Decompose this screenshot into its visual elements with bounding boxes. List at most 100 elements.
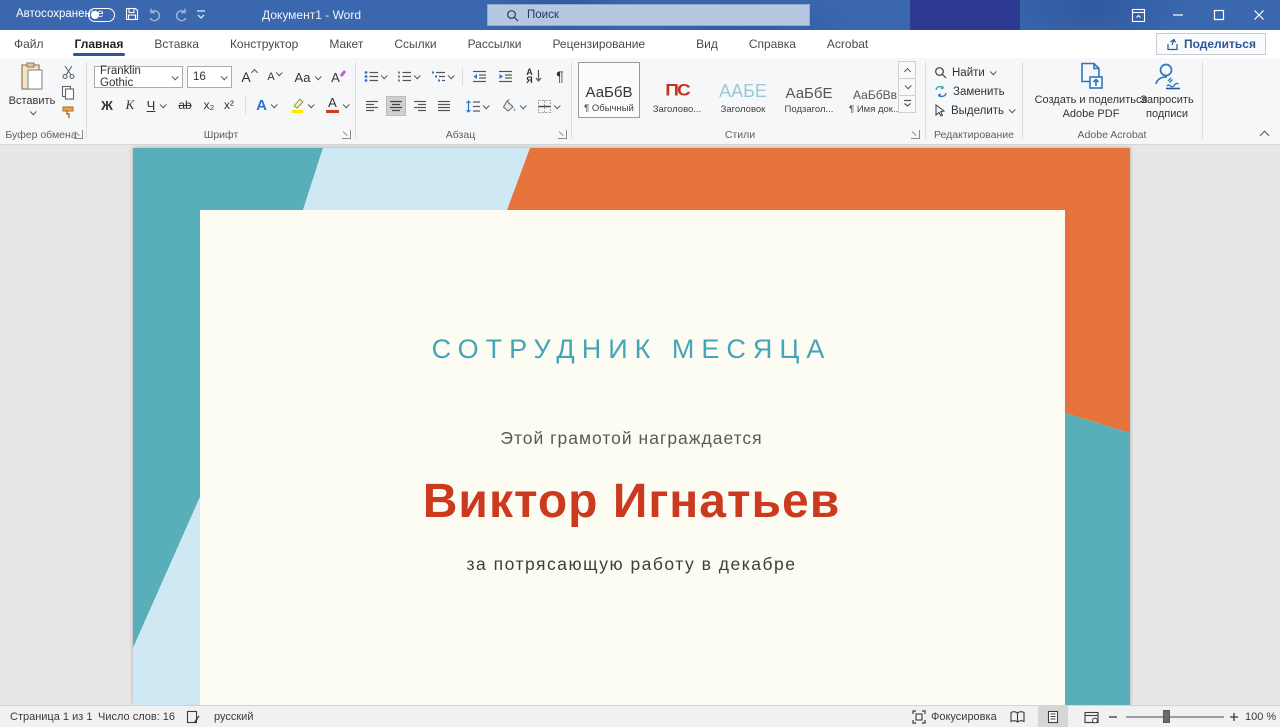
clipboard-icon bbox=[19, 62, 45, 92]
certificate-heading[interactable]: СОТРУДНИК МЕСЯЦА bbox=[133, 334, 1130, 365]
zoom-level-indicator[interactable]: 100 % bbox=[1245, 706, 1276, 727]
paragraph-dialog-launcher[interactable] bbox=[558, 130, 567, 139]
strikethrough-button[interactable]: ab bbox=[174, 94, 196, 116]
proofing-status[interactable] bbox=[186, 706, 200, 727]
find-button[interactable]: Найти bbox=[934, 64, 995, 81]
search-box[interactable] bbox=[487, 4, 810, 26]
numbering-button[interactable] bbox=[394, 66, 422, 86]
font-color-button[interactable]: А bbox=[322, 94, 352, 116]
clipboard-dialog-launcher[interactable] bbox=[74, 130, 83, 139]
bold-button[interactable]: Ж bbox=[98, 94, 116, 116]
certificate-subtitle[interactable]: Этой грамотой награждается bbox=[133, 428, 1130, 449]
tab-acrobat[interactable]: Acrobat bbox=[825, 31, 870, 57]
certificate-recipient-name[interactable]: Виктор Игнатьев bbox=[133, 474, 1130, 529]
format-painter-button[interactable] bbox=[58, 104, 78, 120]
text-effects-button[interactable]: А bbox=[252, 94, 280, 116]
tab-mailings[interactable]: Рассылки bbox=[466, 31, 524, 57]
increase-indent-button[interactable] bbox=[494, 66, 516, 86]
paste-button[interactable]: Вставить bbox=[8, 62, 56, 124]
font-dialog-launcher[interactable] bbox=[342, 130, 351, 139]
styles-gallery-scroll bbox=[898, 62, 916, 113]
style-title[interactable]: ААБЕ Заголовок bbox=[712, 62, 774, 118]
multilevel-list-button[interactable] bbox=[428, 66, 456, 86]
tab-references[interactable]: Ссылки bbox=[392, 31, 438, 57]
zoom-out-button[interactable] bbox=[1108, 706, 1118, 727]
paste-dropdown-icon[interactable] bbox=[29, 108, 36, 115]
ribbon-tab-row: Файл Главная Вставка Конструктор Макет С… bbox=[0, 30, 1280, 58]
search-input[interactable] bbox=[527, 9, 777, 21]
collapse-ribbon-button[interactable] bbox=[1260, 131, 1270, 141]
tab-home[interactable]: Главная bbox=[73, 31, 126, 57]
tab-file[interactable]: Файл bbox=[12, 31, 46, 57]
shading-button[interactable] bbox=[498, 96, 528, 116]
close-button[interactable] bbox=[1238, 0, 1280, 30]
font-family-combo[interactable]: Franklin Gothic bbox=[94, 66, 183, 88]
read-mode-button[interactable] bbox=[1002, 706, 1032, 727]
justify-button[interactable] bbox=[434, 96, 454, 116]
copy-button[interactable] bbox=[58, 84, 78, 100]
page-number-indicator[interactable]: Страница 1 из 1 bbox=[10, 706, 92, 727]
share-label: Поделиться bbox=[1184, 37, 1256, 51]
save-icon[interactable] bbox=[124, 6, 140, 22]
tab-review[interactable]: Рецензирование bbox=[550, 31, 647, 57]
print-layout-icon bbox=[1047, 710, 1059, 724]
tab-insert[interactable]: Вставка bbox=[152, 31, 201, 57]
subscript-button[interactable]: x₂ bbox=[200, 94, 218, 116]
styles-scroll-down-button[interactable] bbox=[898, 78, 916, 96]
styles-gallery-more-button[interactable] bbox=[898, 95, 916, 113]
zoom-slider-track[interactable] bbox=[1126, 716, 1224, 718]
align-center-button[interactable] bbox=[386, 96, 406, 116]
replace-button[interactable]: Заменить bbox=[934, 83, 1005, 100]
change-case-button[interactable]: Аа bbox=[292, 66, 322, 88]
align-left-button[interactable] bbox=[362, 96, 382, 116]
quick-access-menu-icon[interactable] bbox=[196, 9, 206, 21]
ribbon-display-options-button[interactable] bbox=[1117, 0, 1159, 30]
style-normal[interactable]: АаБбВ ¶ Обычный bbox=[578, 62, 640, 118]
document-area[interactable]: СОТРУДНИК МЕСЯЦА Этой грамотой награждае… bbox=[0, 145, 1280, 705]
certificate-page[interactable]: СОТРУДНИК МЕСЯЦА Этой грамотой награждае… bbox=[133, 148, 1130, 705]
tab-help[interactable]: Справка bbox=[747, 31, 798, 57]
minimize-button[interactable] bbox=[1157, 0, 1199, 30]
zoom-slider-handle[interactable] bbox=[1163, 710, 1170, 723]
style-subtitle[interactable]: АаБбЕ Подзагол... bbox=[778, 62, 840, 118]
tab-layout[interactable]: Макет bbox=[327, 31, 365, 57]
request-signatures-button[interactable]: Запросить подписи bbox=[1134, 62, 1200, 122]
show-formatting-button[interactable]: ¶ bbox=[550, 64, 570, 88]
borders-button[interactable] bbox=[532, 96, 564, 116]
line-spacing-button[interactable] bbox=[460, 96, 492, 116]
style-docname[interactable]: АаБбВв ¶ Имя док... bbox=[844, 62, 906, 118]
sort-button[interactable]: АЯ bbox=[522, 64, 546, 88]
word-count-indicator[interactable]: Число слов: 16 bbox=[98, 706, 175, 727]
tab-design[interactable]: Конструктор bbox=[228, 31, 300, 57]
decrease-indent-button[interactable] bbox=[468, 66, 490, 86]
grow-font-button[interactable]: А bbox=[238, 66, 260, 88]
style-heading1[interactable]: ПС Заголово... bbox=[646, 62, 708, 118]
clear-formatting-button[interactable]: А bbox=[328, 66, 350, 88]
maximize-button[interactable] bbox=[1198, 0, 1240, 30]
italic-button[interactable]: К bbox=[122, 94, 138, 116]
styles-scroll-up-button[interactable] bbox=[898, 61, 916, 79]
styles-dialog-launcher[interactable] bbox=[911, 130, 920, 139]
share-icon bbox=[1166, 38, 1179, 51]
select-button[interactable]: Выделить bbox=[934, 102, 1014, 119]
certificate-reason[interactable]: за потрясающую работу в декабре bbox=[133, 554, 1130, 575]
autosave-toggle[interactable] bbox=[88, 8, 115, 22]
style-title-preview: ААБЕ bbox=[719, 81, 767, 102]
shrink-font-button[interactable]: А bbox=[264, 66, 284, 88]
language-indicator[interactable]: русский bbox=[214, 706, 253, 727]
cut-button[interactable] bbox=[58, 64, 78, 80]
lightblue-top-shape bbox=[303, 148, 530, 210]
highlight-button[interactable] bbox=[286, 94, 316, 116]
print-layout-button[interactable] bbox=[1038, 706, 1068, 727]
underline-button[interactable]: Ч bbox=[142, 94, 170, 116]
superscript-button[interactable]: x² bbox=[220, 94, 238, 116]
focus-mode-button[interactable]: Фокусировка bbox=[912, 706, 997, 727]
account-area[interactable] bbox=[910, 0, 1020, 30]
tab-view[interactable]: Вид bbox=[694, 31, 720, 57]
share-button[interactable]: Поделиться bbox=[1156, 33, 1266, 55]
align-right-button[interactable] bbox=[410, 96, 430, 116]
font-size-combo[interactable]: 16 bbox=[187, 66, 232, 88]
web-layout-button[interactable] bbox=[1076, 706, 1106, 727]
bullets-button[interactable] bbox=[362, 66, 388, 86]
zoom-in-button[interactable] bbox=[1229, 706, 1239, 727]
